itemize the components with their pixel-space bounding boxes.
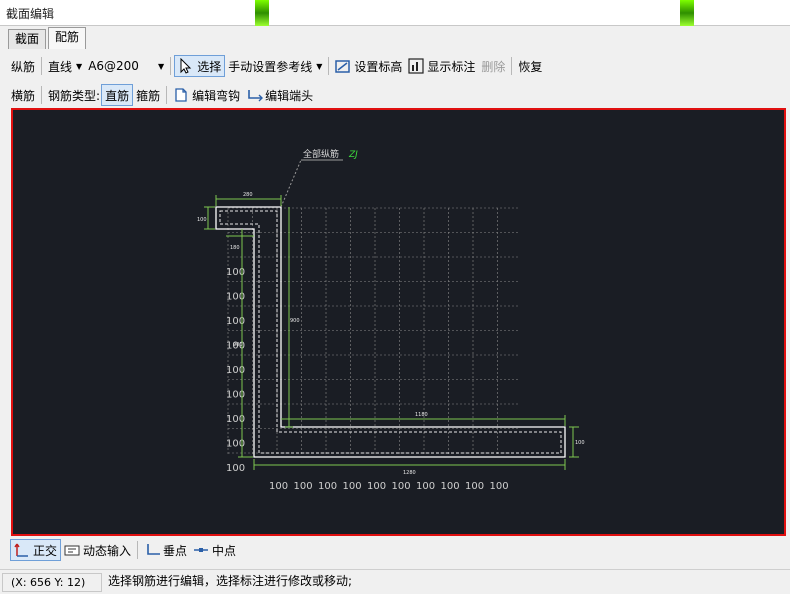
- elevation-icon: [335, 58, 351, 74]
- dim-small: 180: [230, 245, 240, 251]
- section-drawing[interactable]: 100100100100100100100100100100 100 100 100 1…: [13, 110, 784, 534]
- edit-hook-button[interactable]: 编辑弯钩: [170, 84, 243, 106]
- tab-section[interactable]: 截面: [8, 29, 47, 49]
- dynamic-input-icon: [64, 542, 80, 558]
- manual-reference-line-dropdown[interactable]: 手动设置参考线 ▼: [225, 55, 325, 77]
- grid-label: 100: [343, 481, 362, 492]
- dim-inner-vertical: 900: [290, 318, 300, 324]
- annotation-icon: [408, 58, 424, 74]
- perpendicular-icon: [144, 542, 161, 558]
- grid-label: 100: [318, 481, 337, 492]
- tab-reinforcement[interactable]: 配筋: [48, 27, 87, 49]
- toolbar-separator: [41, 57, 43, 75]
- grid-label: 100: [465, 481, 484, 492]
- show-annotation-button[interactable]: 显示标注: [405, 55, 478, 77]
- toolbar-secondary: 横筋 钢筋类型: 直筋 箍筋 编辑弯钩 编辑端头: [8, 83, 316, 107]
- drawing-canvas[interactable]: 100 100 100 100 100 100 100 100 100 100 100 100 100 1…: [11, 108, 786, 536]
- toolbar-separator: [511, 57, 513, 75]
- toolbar-main: 纵筋 直线 ▼ A6@200 ▼ 选择 手动设置参考线 ▼ 设置标高 显示标注 …: [8, 54, 545, 78]
- set-elevation-label: 设置标高: [354, 59, 403, 74]
- toolbar-separator: [41, 86, 43, 104]
- toolbar-separator: [137, 541, 139, 559]
- grid-label: 100: [416, 481, 435, 492]
- dynamic-input-toggle[interactable]: 动态输入: [61, 539, 134, 561]
- dynamic-input-label: 动态输入: [83, 543, 132, 558]
- edit-end-label: 编辑端头: [265, 88, 314, 103]
- grid-label: 100: [294, 481, 313, 492]
- midpoint-snap-toggle[interactable]: 中点: [190, 539, 239, 561]
- window-title: 截面编辑: [6, 7, 55, 21]
- rebar-type-label: 钢筋类型:: [48, 88, 101, 103]
- grid-label: 100: [367, 481, 386, 492]
- leader-line: [280, 159, 302, 208]
- dim-outer-vertical: 900: [233, 342, 243, 348]
- chevron-down-icon: ▼: [316, 61, 323, 71]
- ortho-label: 正交: [33, 543, 58, 558]
- perpendicular-label: 垂点: [163, 543, 188, 558]
- straight-rebar-button[interactable]: 直筋: [101, 84, 134, 106]
- dim-top: 280: [243, 192, 253, 198]
- grid-label: 100: [441, 481, 460, 492]
- dim-inner-horizontal: 1180: [415, 412, 428, 418]
- restore-button[interactable]: 恢复: [515, 55, 545, 77]
- end-point-icon: [246, 87, 264, 103]
- ref-line-label: 手动设置参考线: [228, 59, 313, 74]
- edit-end-button[interactable]: 编辑端头: [243, 84, 316, 106]
- cursor-arrow-icon: [178, 57, 194, 74]
- grid-label: 100: [226, 463, 245, 474]
- horizontal-rebar-button[interactable]: 横筋: [8, 84, 38, 106]
- grid-label: 100: [392, 481, 411, 492]
- ortho-icon: [14, 542, 30, 558]
- title-decoration: [680, 0, 694, 26]
- midpoint-label: 中点: [212, 543, 237, 558]
- stirrup-button[interactable]: 箍筋: [133, 84, 163, 106]
- cursor-coordinates: (X: 656 Y: 12): [2, 573, 102, 592]
- dim-left-top: 100: [197, 217, 207, 223]
- ortho-toggle[interactable]: 正交: [10, 539, 62, 561]
- tab-strip: 截面 配筋: [0, 27, 790, 49]
- status-message: 选择钢筋进行编辑，选择标注进行修改或移动;: [108, 574, 353, 588]
- title-decoration: [255, 0, 269, 26]
- chevron-down-icon: ▼: [158, 61, 165, 71]
- rebar-line[interactable]: [219, 210, 562, 454]
- dim-bottom: 1280: [403, 470, 416, 476]
- status-bar: (X: 656 Y: 12) 选择钢筋进行编辑，选择标注进行修改或移动;: [0, 569, 790, 594]
- dimension-texts[interactable]: 280 100 180 900 900 1180 100 1280: [197, 192, 585, 476]
- leader-code[interactable]: ZJ: [348, 150, 358, 160]
- delete-button[interactable]: 删除: [478, 55, 508, 77]
- toolbar-separator: [328, 57, 330, 75]
- toolbar-separator: [170, 57, 172, 75]
- chevron-down-icon: ▼: [76, 61, 83, 71]
- longitudinal-rebar-button[interactable]: 纵筋: [8, 55, 38, 77]
- snap-toolbar: 正交 动态输入 垂点 中点: [10, 538, 239, 562]
- line-type-value: 直线: [48, 59, 73, 74]
- midpoint-icon: [193, 542, 209, 558]
- leader-label[interactable]: 全部纵筋: [303, 148, 339, 160]
- set-elevation-button[interactable]: 设置标高: [332, 55, 405, 77]
- select-button[interactable]: 选择: [174, 55, 226, 77]
- title-bar: 截面编辑: [0, 0, 790, 26]
- dim-right: 100: [575, 440, 585, 446]
- toolbar-separator: [166, 86, 168, 104]
- edit-hook-label: 编辑弯钩: [192, 88, 241, 103]
- perpendicular-snap-toggle[interactable]: 垂点: [141, 539, 190, 561]
- grid-label: 100: [269, 481, 288, 492]
- spec-value: A6@200: [88, 59, 139, 73]
- show-annotation-label: 显示标注: [427, 59, 476, 74]
- grid-label: 100: [490, 481, 509, 492]
- select-label: 选择: [197, 59, 222, 74]
- hook-icon: [173, 87, 189, 103]
- line-type-dropdown[interactable]: 直线 ▼: [45, 55, 85, 77]
- spec-combobox[interactable]: A6@200 ▼: [85, 55, 167, 77]
